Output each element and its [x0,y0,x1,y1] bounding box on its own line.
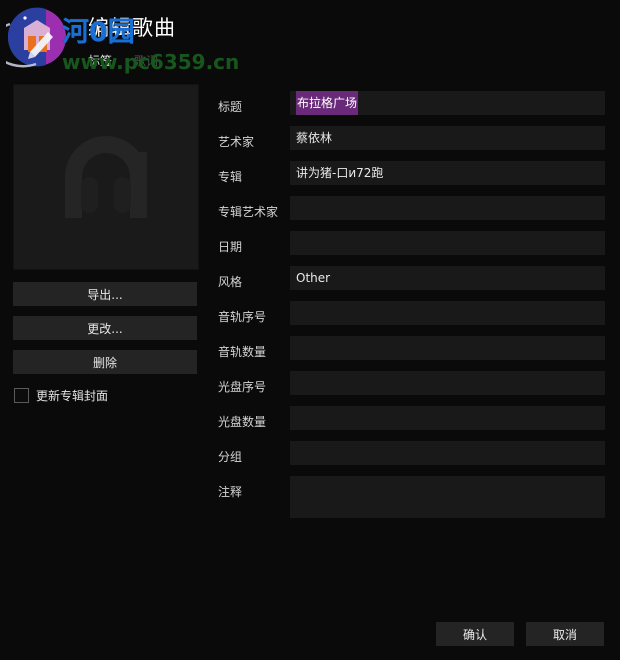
field-label: 专辑 [218,170,243,184]
field-input[interactable] [290,406,605,430]
field-label: 日期 [218,240,243,254]
field-input[interactable] [290,231,605,255]
field-label: 分组 [218,450,243,464]
field-input[interactable] [290,336,605,360]
field-label: 专辑艺术家 [218,205,279,219]
confirm-button[interactable]: 确认 [436,622,514,646]
field-input[interactable] [290,476,605,518]
cancel-button[interactable]: 取消 [526,622,604,646]
field-input[interactable]: 讲为猪-口и72跑 [290,161,605,185]
field-input[interactable] [290,371,605,395]
field-label: 风格 [218,275,243,289]
field-label: 音轨数量 [218,345,267,359]
field-label: 艺术家 [218,135,255,149]
field-label: 标题 [218,100,243,114]
field-input[interactable]: Other [290,266,605,290]
field-input[interactable]: 布拉格广场 [290,91,605,115]
field-input[interactable] [290,196,605,220]
field-value: 讲为猪-口и72跑 [296,166,384,180]
field-input[interactable]: 蔡依林 [290,126,605,150]
field-input[interactable] [290,441,605,465]
field-input[interactable] [290,301,605,325]
field-value-selected: 布拉格广场 [296,91,359,115]
field-label: 光盘序号 [218,380,267,394]
tag-form: 标题 布拉格广场艺术家 蔡依林专辑 讲为猪-口и72跑专辑艺术家日期风格 Other 音轨… [0,0,620,660]
field-label: 注释 [218,485,243,499]
field-label: 光盘数量 [218,415,267,429]
field-label: 音轨序号 [218,310,267,324]
field-value: Other [296,271,331,285]
field-value: 蔡依林 [296,131,333,145]
